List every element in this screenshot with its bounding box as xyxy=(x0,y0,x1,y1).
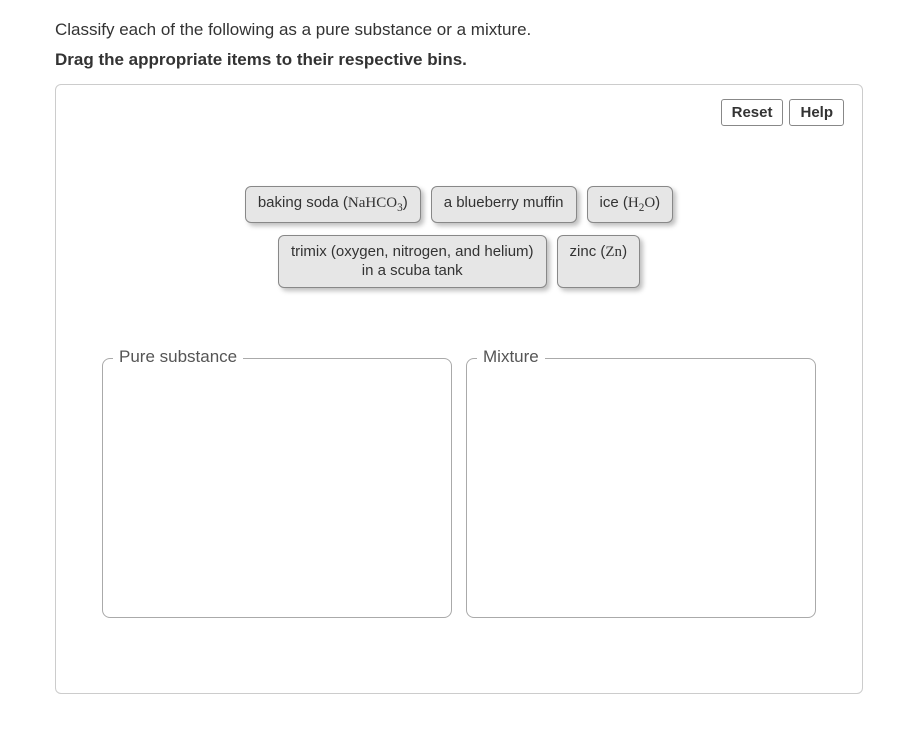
item-formula: O xyxy=(644,195,655,211)
bin-label: Pure substance xyxy=(113,347,243,367)
help-button[interactable]: Help xyxy=(789,99,844,126)
item-formula: H xyxy=(628,195,639,211)
bins-container: Pure substance Mixture xyxy=(74,358,844,618)
item-formula: NaHCO xyxy=(348,195,397,211)
item-ice[interactable]: ice (H2O) xyxy=(587,186,674,223)
item-trimix[interactable]: trimix (oxygen, nitrogen, and helium) in… xyxy=(278,235,547,288)
item-label: baking soda ( xyxy=(258,194,348,211)
instruction-text: Drag the appropriate items to their resp… xyxy=(55,50,863,70)
question-wrapper: Classify each of the following as a pure… xyxy=(0,0,918,724)
toolbar: Reset Help xyxy=(74,99,844,126)
item-label: ) xyxy=(622,243,627,260)
item-baking-soda[interactable]: baking soda (NaHCO3) xyxy=(245,186,421,223)
bin-mixture[interactable]: Mixture xyxy=(466,358,816,618)
interaction-panel: Reset Help baking soda (NaHCO3) a bluebe… xyxy=(55,84,863,694)
bin-label: Mixture xyxy=(477,347,545,367)
item-blueberry-muffin[interactable]: a blueberry muffin xyxy=(431,186,577,223)
draggable-items-area: baking soda (NaHCO3) a blueberry muffin … xyxy=(74,186,844,288)
items-row-2: trimix (oxygen, nitrogen, and helium) in… xyxy=(278,235,640,288)
question-text: Classify each of the following as a pure… xyxy=(55,20,863,40)
item-zinc[interactable]: zinc (Zn) xyxy=(557,235,641,288)
item-label-line1: trimix (oxygen, nitrogen, and helium) xyxy=(291,243,534,260)
items-row-1: baking soda (NaHCO3) a blueberry muffin … xyxy=(245,186,673,223)
item-label: ice ( xyxy=(600,194,628,211)
item-label-line2: in a scuba tank xyxy=(362,262,463,279)
item-label: ) xyxy=(403,194,408,211)
reset-button[interactable]: Reset xyxy=(721,99,784,126)
item-label: zinc ( xyxy=(570,243,606,260)
item-formula: Zn xyxy=(605,244,622,260)
item-label: ) xyxy=(655,194,660,211)
bin-pure-substance[interactable]: Pure substance xyxy=(102,358,452,618)
